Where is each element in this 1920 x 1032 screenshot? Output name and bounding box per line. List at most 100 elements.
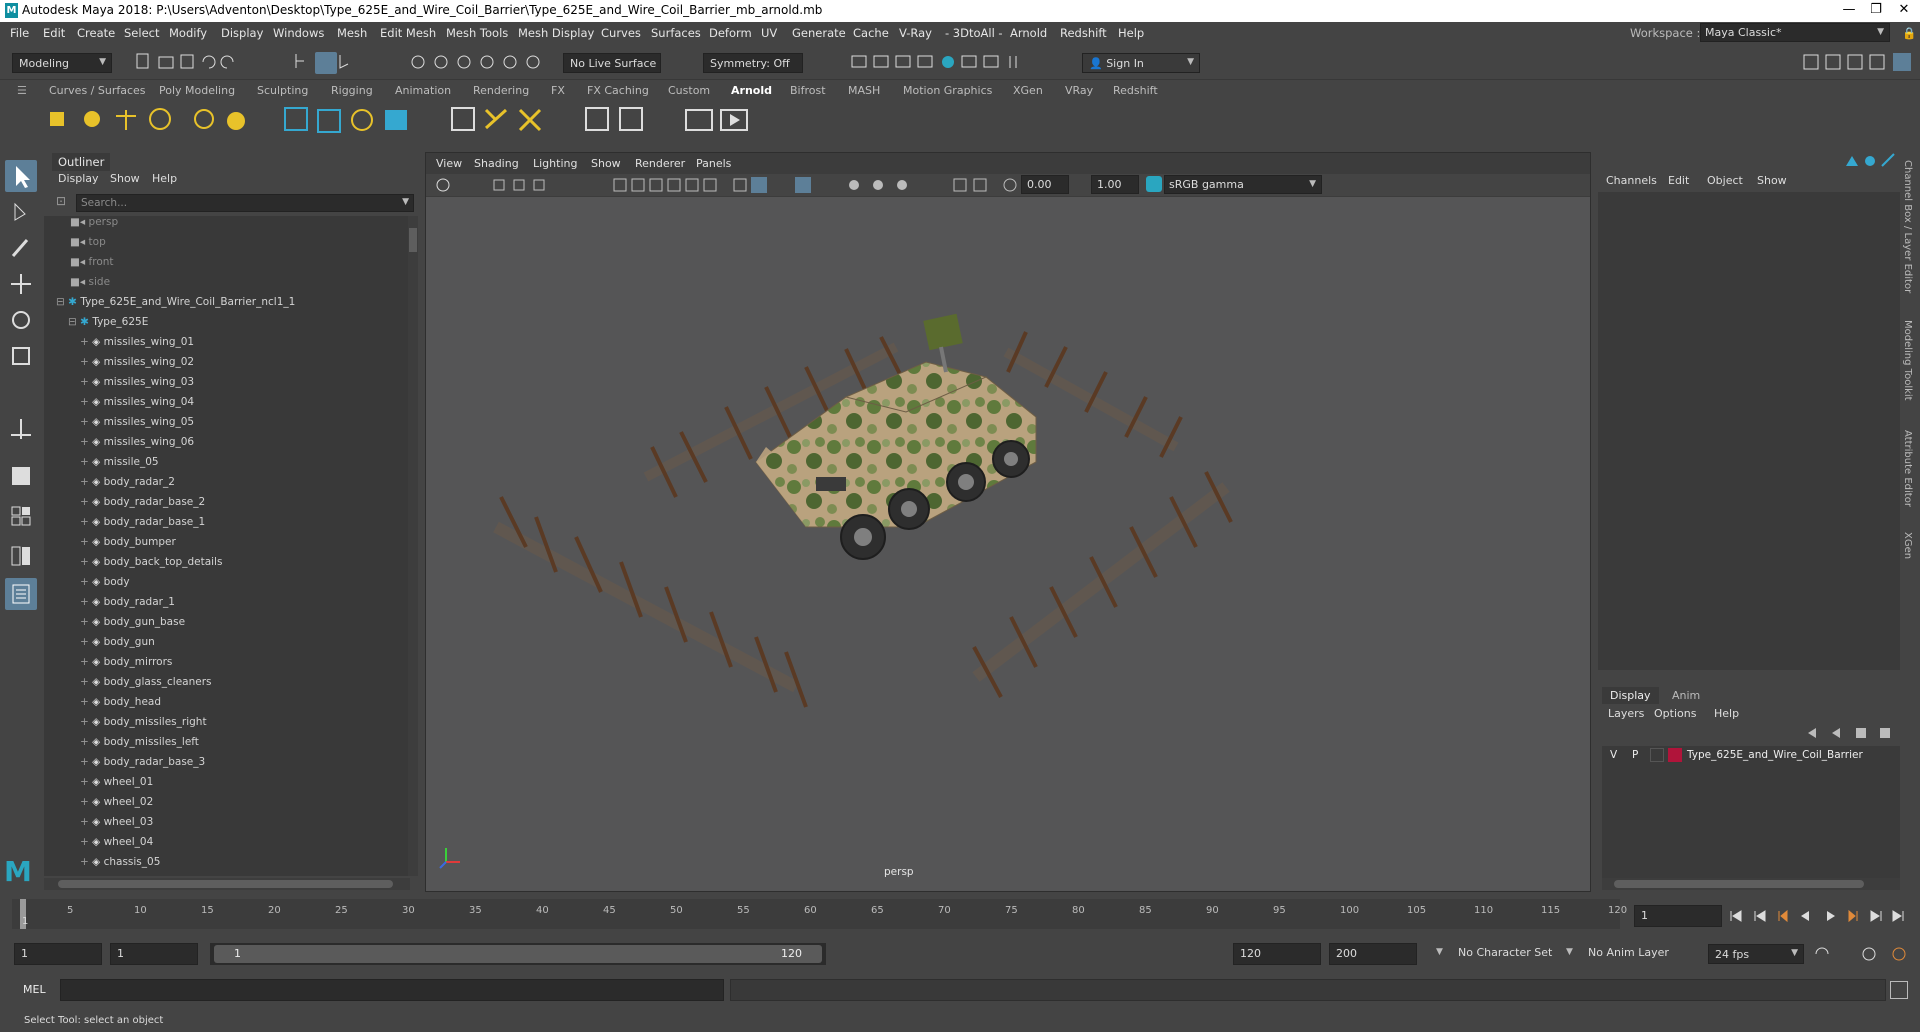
layer-horizontal-scrollbar[interactable]	[1602, 878, 1900, 890]
character-set-icon[interactable]: ▼	[1436, 947, 1443, 957]
side-tab-modeling-toolkit[interactable]: Modeling Toolkit	[1902, 320, 1913, 401]
file-toolbar-icons[interactable]	[135, 52, 255, 72]
layer-tab-anim[interactable]: Anim	[1672, 689, 1700, 702]
layer-color-swatch[interactable]	[1668, 748, 1682, 762]
expand-icon[interactable]: +	[80, 676, 89, 688]
list-item[interactable]: + ◈ body_gun	[80, 636, 155, 656]
list-item[interactable]: + ◈ missiles_wing_05	[80, 416, 194, 436]
range-slider[interactable]: 1 120	[210, 943, 826, 965]
list-item[interactable]: + ◈ wheel_01	[80, 776, 153, 796]
list-item[interactable]: + ◈ wheel_02	[80, 796, 153, 816]
scroll-thumb[interactable]	[409, 228, 417, 252]
outliner-vertical-scrollbar[interactable]	[408, 216, 418, 876]
expand-icon[interactable]: +	[80, 356, 89, 368]
shelf-tab-arnold[interactable]: Arnold	[731, 84, 772, 97]
list-item[interactable]: ■◂ front	[70, 256, 114, 276]
layers-menu[interactable]: Layers	[1608, 707, 1644, 720]
expand-icon[interactable]: +	[80, 816, 89, 828]
viewport-menu-shading[interactable]: Shading	[474, 157, 519, 170]
menu-windows[interactable]: Windows	[273, 26, 324, 40]
list-item[interactable]: + ◈ body_radar_base_2	[80, 496, 205, 516]
render-toolbar-icons[interactable]	[850, 52, 1040, 72]
menu-curves[interactable]: Curves	[601, 26, 641, 40]
minimize-button[interactable]: —	[1835, 2, 1863, 17]
outliner-menu-help[interactable]: Help	[152, 172, 177, 185]
menu-cache[interactable]: Cache	[853, 26, 889, 40]
mel-label[interactable]: MEL	[23, 983, 46, 996]
script-editor-icon[interactable]	[1890, 981, 1908, 999]
shelf-menu-icon[interactable]: ☰	[17, 84, 27, 97]
layer-action-icons[interactable]	[1804, 724, 1900, 742]
exposure-field[interactable]: 0.00	[1021, 175, 1069, 194]
expand-icon[interactable]: +	[80, 736, 89, 748]
expand-icon[interactable]: +	[80, 376, 89, 388]
expand-icon[interactable]: +	[80, 496, 89, 508]
list-item[interactable]: + ◈ missiles_wing_01	[80, 336, 194, 356]
channel-edit-menu[interactable]: Edit	[1668, 174, 1689, 187]
shelf-tab-animation[interactable]: Animation	[395, 84, 451, 97]
expand-icon[interactable]: +	[80, 656, 89, 668]
list-item[interactable]: + ◈ body_missiles_right	[80, 716, 207, 736]
outliner-menu-display[interactable]: Display	[58, 172, 99, 185]
playback-end-field[interactable]: 120	[1233, 943, 1321, 965]
shelf-tab-xgen[interactable]: XGen	[1013, 84, 1043, 97]
menu-uv[interactable]: UV	[761, 26, 777, 40]
expand-icon[interactable]: +	[80, 336, 89, 348]
expand-icon[interactable]: +	[80, 596, 89, 608]
shelf-tab-vray[interactable]: VRay	[1065, 84, 1093, 97]
menu-edit-mesh[interactable]: Edit Mesh	[380, 26, 436, 40]
scene-start-field[interactable]: 1	[14, 943, 102, 965]
expand-icon[interactable]: +	[80, 756, 89, 768]
shelf-tab-sculpting[interactable]: Sculpting	[257, 84, 308, 97]
collapse-icon[interactable]: ⊟	[56, 296, 65, 308]
outliner-search-input[interactable]: Search... ▼	[76, 194, 414, 212]
channel-object-menu[interactable]: Object	[1707, 174, 1743, 187]
viewport-menu-panels[interactable]: Panels	[696, 157, 731, 170]
menu-modify[interactable]: Modify	[169, 26, 207, 40]
show-manipulator-icon[interactable]	[5, 413, 37, 445]
list-item[interactable]: + ◈ body_radar_2	[80, 476, 175, 496]
fps-dropdown[interactable]: 24 fps ▼	[1708, 944, 1804, 964]
live-surface-field[interactable]: No Live Surface	[563, 53, 661, 73]
menu-edit[interactable]: Edit	[43, 26, 65, 40]
list-item[interactable]: + ◈ wheel_03	[80, 816, 153, 836]
workspace-dropdown[interactable]: Maya Classic* ▼	[1700, 23, 1890, 42]
list-item[interactable]: + ◈ body_mirrors	[80, 656, 172, 676]
close-button[interactable]: ✕	[1890, 2, 1918, 17]
sign-in-button[interactable]: 👤 Sign In ▼	[1082, 53, 1200, 73]
shelf-tab-fx-caching[interactable]: FX Caching	[587, 84, 649, 97]
channels-menu[interactable]: Channels	[1606, 174, 1657, 187]
list-item[interactable]: + ◈ wheel_04	[80, 836, 153, 856]
outliner-layout-icon[interactable]	[5, 578, 37, 610]
four-pane-layout-icon[interactable]	[5, 500, 37, 532]
3d-scene[interactable]: persp	[426, 197, 1590, 891]
layer-type-toggle[interactable]	[1650, 748, 1664, 762]
two-pane-layout-icon[interactable]	[5, 540, 37, 572]
menu-display[interactable]: Display	[221, 26, 263, 40]
expand-icon[interactable]: +	[80, 456, 89, 468]
rotate-tool-icon[interactable]	[5, 304, 37, 336]
shelf-tab-mash[interactable]: MASH	[848, 84, 880, 97]
expand-icon[interactable]: +	[80, 436, 89, 448]
channel-show-menu[interactable]: Show	[1757, 174, 1787, 187]
viewport-menu-show[interactable]: Show	[591, 157, 621, 170]
selection-mask-icons[interactable]	[292, 52, 372, 72]
shelf-tab-redshift[interactable]: Redshift	[1113, 84, 1158, 97]
side-tab-channel-box[interactable]: Channel Box / Layer Editor	[1902, 160, 1913, 293]
maximize-button[interactable]: ❐	[1862, 2, 1890, 17]
expand-icon[interactable]: +	[80, 516, 89, 528]
list-item[interactable]: ⊟ ✱ Type_625E_and_Wire_Coil_Barrier_ncl1…	[56, 296, 295, 316]
symmetry-dropdown[interactable]: Symmetry: Off	[703, 53, 803, 73]
outliner-horizontal-scrollbar[interactable]	[44, 878, 410, 890]
expand-icon[interactable]: +	[80, 576, 89, 588]
current-frame-field[interactable]: 1	[1634, 905, 1722, 927]
expand-icon[interactable]: +	[80, 856, 89, 868]
scroll-thumb[interactable]	[58, 880, 393, 888]
list-item[interactable]: + ◈ missiles_wing_03	[80, 376, 194, 396]
collapse-icon[interactable]: ⊟	[68, 316, 77, 328]
list-item[interactable]: + ◈ missile_05	[80, 456, 159, 476]
menu-arnold[interactable]: Arnold	[1010, 26, 1047, 40]
shelf-tab-custom[interactable]: Custom	[668, 84, 710, 97]
list-item[interactable]: + ◈ body_glass_cleaners	[80, 676, 212, 696]
layer-visibility-toggle[interactable]: V	[1610, 749, 1617, 761]
